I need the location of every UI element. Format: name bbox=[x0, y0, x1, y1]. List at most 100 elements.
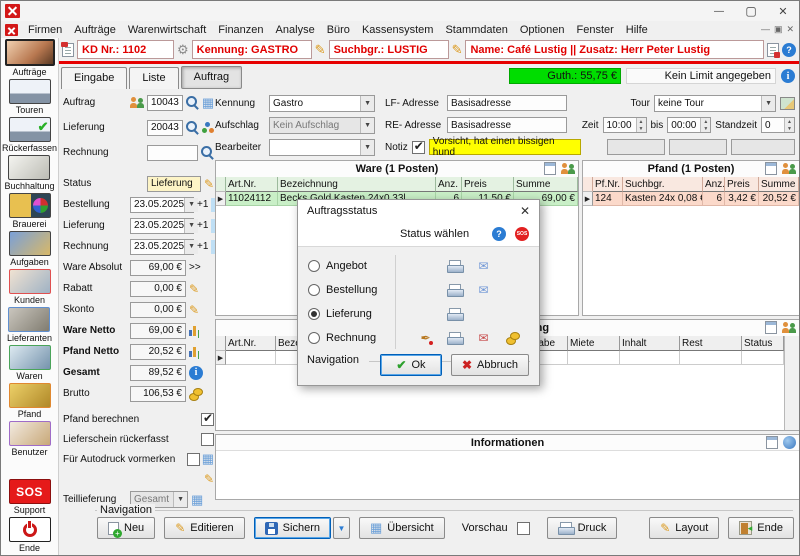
edit-status-pencil-icon[interactable] bbox=[204, 177, 214, 191]
fass-scrollbar[interactable] bbox=[784, 336, 799, 430]
sign-pen-icon[interactable] bbox=[420, 331, 430, 345]
sidebar-item-waren[interactable]: Waren bbox=[9, 345, 51, 381]
print-bestellung-icon[interactable] bbox=[447, 284, 462, 297]
mdi-restore-button[interactable] bbox=[774, 24, 783, 35]
menu-fenster[interactable]: Fenster bbox=[571, 23, 620, 37]
ok-button[interactable]: Ok bbox=[380, 354, 442, 376]
sidebar-item-kunden[interactable]: Kunden bbox=[9, 269, 51, 305]
edit-document-icon[interactable] bbox=[62, 43, 74, 57]
sidebar-item-aufgaben[interactable]: Aufgaben bbox=[9, 231, 51, 267]
ware-chart-icon[interactable] bbox=[189, 325, 201, 336]
sidebar-item-benutzer[interactable]: Benutzer bbox=[9, 421, 51, 457]
window-close-button[interactable] bbox=[767, 2, 799, 21]
aufschlag-select[interactable]: Kein Aufschlag bbox=[269, 117, 375, 134]
menu-analyse[interactable]: Analyse bbox=[270, 23, 321, 37]
sidebar-item-support[interactable]: SOS Support bbox=[9, 479, 51, 515]
spinner-arrows-icon[interactable] bbox=[784, 118, 794, 132]
mail-angebot-icon[interactable] bbox=[478, 259, 488, 273]
limit-info-icon[interactable] bbox=[781, 69, 795, 83]
status-dots-icon[interactable] bbox=[202, 122, 215, 134]
sidebar-item-rueckerfassen[interactable]: Rückerfassen bbox=[2, 117, 57, 153]
mdi-close-button[interactable] bbox=[786, 24, 794, 35]
menu-finanzen[interactable]: Finanzen bbox=[212, 23, 269, 37]
sidebar-item-auftraege[interactable]: Aufträge bbox=[5, 39, 55, 77]
option-lieferung[interactable]: Lieferung bbox=[308, 302, 529, 326]
print-rechnung-icon[interactable] bbox=[447, 332, 462, 345]
rechnung-number-field[interactable] bbox=[147, 145, 198, 161]
sidebar-item-touren[interactable]: Touren bbox=[9, 79, 51, 115]
sidebar-item-brauerei[interactable]: Brauerei bbox=[9, 193, 51, 229]
print-angebot-icon[interactable] bbox=[447, 260, 462, 273]
fass-stats-icon[interactable] bbox=[782, 322, 796, 334]
payment-coins-icon[interactable] bbox=[506, 332, 520, 344]
option-rechnung[interactable]: Rechnung bbox=[308, 326, 529, 350]
spinner-arrows-icon[interactable] bbox=[700, 118, 710, 132]
dialog-title-bar[interactable]: Auftragsstatus bbox=[298, 200, 539, 222]
autodruck-checkbox[interactable] bbox=[187, 453, 200, 466]
help-icon[interactable] bbox=[782, 43, 796, 57]
rechnung-date-picker[interactable]: 23.05.2025 bbox=[130, 239, 194, 255]
customer-number-field[interactable]: KD Nr.: 1102 bbox=[77, 40, 174, 59]
sichern-dropdown-button[interactable] bbox=[333, 517, 350, 539]
lieferung-radio[interactable] bbox=[308, 308, 320, 320]
menu-warenwirtschaft[interactable]: Warenwirtschaft bbox=[122, 23, 212, 37]
window-minimize-button[interactable] bbox=[703, 2, 735, 21]
tab-auftrag[interactable]: Auftrag bbox=[181, 66, 242, 89]
sidebar-item-pfand[interactable]: Pfand bbox=[9, 383, 51, 419]
customer-kennung-field[interactable]: Kennung: GASTRO bbox=[192, 40, 312, 59]
uebersicht-button[interactable]: Übersicht bbox=[359, 517, 445, 539]
tab-liste[interactable]: Liste bbox=[129, 67, 178, 89]
print-document-icon[interactable] bbox=[767, 43, 779, 57]
edit-kennung-pencil-icon[interactable] bbox=[315, 42, 326, 58]
zeit-bis-spinner[interactable]: 00:00 bbox=[667, 117, 711, 133]
chevron-down-icon[interactable] bbox=[184, 240, 198, 254]
bestellung-date-picker[interactable]: 23.05.2025 bbox=[130, 197, 194, 213]
chevron-down-icon[interactable] bbox=[184, 219, 198, 233]
expand-chevrons-button[interactable]: >> bbox=[189, 262, 201, 273]
sichern-button[interactable]: Sichern bbox=[254, 517, 331, 539]
menu-buero[interactable]: Büro bbox=[321, 23, 356, 37]
vorschau-checkbox[interactable] bbox=[517, 522, 530, 535]
lieferschein-rueckerfasst-checkbox[interactable] bbox=[201, 433, 214, 446]
menu-stammdaten[interactable]: Stammdaten bbox=[439, 23, 513, 37]
status-field[interactable]: Lieferung bbox=[147, 176, 201, 192]
auftrag-grid-icon[interactable] bbox=[202, 95, 214, 111]
spinner-arrows-icon[interactable] bbox=[636, 118, 646, 132]
mail-bestellung-icon[interactable] bbox=[478, 283, 488, 297]
tour-map-icon[interactable] bbox=[780, 97, 795, 110]
edit-order-pencil-icon[interactable] bbox=[204, 472, 214, 486]
dialog-help-icon[interactable] bbox=[492, 227, 506, 241]
chevron-down-icon[interactable] bbox=[184, 198, 198, 212]
notepad-icon[interactable] bbox=[765, 162, 777, 175]
search-lieferung-icon[interactable] bbox=[186, 121, 199, 134]
lf-adresse-field[interactable]: Basisadresse bbox=[447, 95, 567, 111]
notepad-icon[interactable] bbox=[766, 436, 778, 449]
app-menu-icon[interactable] bbox=[5, 24, 18, 36]
angebot-radio[interactable] bbox=[308, 260, 320, 272]
search-auftrag-icon[interactable] bbox=[186, 96, 199, 109]
bestellung-radio[interactable] bbox=[308, 284, 320, 296]
editieren-button[interactable]: Editieren bbox=[164, 517, 244, 539]
menu-hilfe[interactable]: Hilfe bbox=[620, 23, 654, 37]
sidebar-item-buchhaltung[interactable]: Buchhaltung bbox=[4, 155, 54, 191]
layout-button[interactable]: Layout bbox=[649, 517, 719, 539]
zeit-von-spinner[interactable]: 10:00 bbox=[603, 117, 647, 133]
edit-skonto-pencil-icon[interactable] bbox=[189, 303, 199, 317]
option-angebot[interactable]: Angebot bbox=[308, 254, 529, 278]
ware-stats-icon[interactable] bbox=[561, 163, 575, 175]
gear-icon[interactable] bbox=[177, 42, 189, 58]
edit-suchbegriff-pencil-icon[interactable] bbox=[452, 42, 463, 58]
plus-one-button[interactable]: +1 bbox=[197, 199, 208, 210]
pfand-berechnen-checkbox[interactable] bbox=[201, 413, 214, 426]
sidebar-item-lieferanten[interactable]: Lieferanten bbox=[7, 307, 52, 343]
notepad-icon[interactable] bbox=[544, 162, 556, 175]
plus-one-button[interactable]: +1 bbox=[197, 220, 208, 231]
abbruch-button[interactable]: Abbruch bbox=[451, 354, 529, 376]
gesamt-info-icon[interactable] bbox=[189, 366, 203, 380]
auftrag-number-field[interactable]: 10043 bbox=[147, 95, 183, 111]
menu-firmen[interactable]: Firmen bbox=[22, 23, 68, 37]
notiz-checkbox[interactable] bbox=[412, 141, 425, 154]
rechnung-radio[interactable] bbox=[308, 332, 320, 344]
menu-auftraege[interactable]: Aufträge bbox=[68, 23, 122, 37]
druck-button[interactable]: Druck bbox=[547, 517, 618, 539]
